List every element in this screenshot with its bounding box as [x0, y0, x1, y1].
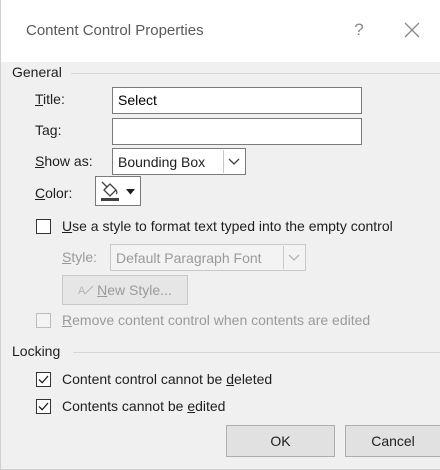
color-label: Color: — [35, 185, 73, 201]
content-control-properties-dialog: Content Control Properties ? General Tit… — [0, 0, 440, 470]
chevron-down-icon — [288, 254, 300, 261]
cannot-delete-label: Content control cannot be deleted — [62, 371, 273, 387]
style-dropdown-arrow[interactable] — [283, 246, 304, 269]
title-field-label: Title: — [35, 91, 65, 107]
show-as-value: Bounding Box — [118, 154, 206, 170]
svg-text:A: A — [78, 285, 86, 296]
cannot-edit-label: Contents cannot be edited — [62, 398, 226, 414]
tag-field[interactable] — [112, 118, 362, 145]
chevron-down-icon — [228, 158, 240, 165]
close-button[interactable] — [399, 17, 425, 43]
dropdown-arrow-icon — [126, 189, 135, 195]
general-group-line — [71, 73, 440, 74]
cancel-button[interactable]: Cancel — [345, 425, 440, 457]
locking-group-line — [73, 352, 440, 353]
new-style-button[interactable]: A New Style... — [62, 275, 188, 305]
remove-control-label: Remove content control when contents are… — [62, 312, 371, 328]
tag-field-label: Tag: — [35, 122, 62, 138]
close-icon — [404, 22, 420, 38]
help-button[interactable]: ? — [347, 19, 371, 41]
title-field[interactable]: Select — [112, 87, 362, 114]
dialog-title: Content Control Properties — [26, 22, 204, 39]
style-label: Style: — [62, 249, 98, 265]
show-as-dropdown-arrow[interactable] — [223, 150, 244, 173]
style-value: Default Paragraph Font — [116, 250, 262, 266]
cannot-edit-checkbox[interactable] — [36, 399, 51, 414]
use-style-label: Use a style to format text typed into th… — [62, 218, 393, 234]
new-style-icon: A — [78, 285, 94, 297]
title-bar: Content Control Properties ? — [1, 0, 440, 62]
remove-control-checkbox[interactable] — [36, 313, 51, 328]
checkmark-icon — [38, 402, 49, 411]
ok-button[interactable]: OK — [226, 425, 335, 457]
show-as-dropdown[interactable]: Bounding Box — [112, 148, 246, 175]
style-dropdown[interactable]: Default Paragraph Font — [110, 244, 306, 271]
color-picker-button[interactable] — [95, 176, 141, 206]
general-group-label: General — [12, 64, 62, 80]
locking-group-label: Locking — [12, 343, 61, 359]
cannot-delete-checkbox[interactable] — [36, 372, 51, 387]
show-as-label: Show as: — [35, 153, 93, 169]
paint-bucket-icon — [101, 181, 119, 201]
use-style-checkbox[interactable] — [36, 219, 51, 234]
checkmark-icon — [38, 375, 49, 384]
